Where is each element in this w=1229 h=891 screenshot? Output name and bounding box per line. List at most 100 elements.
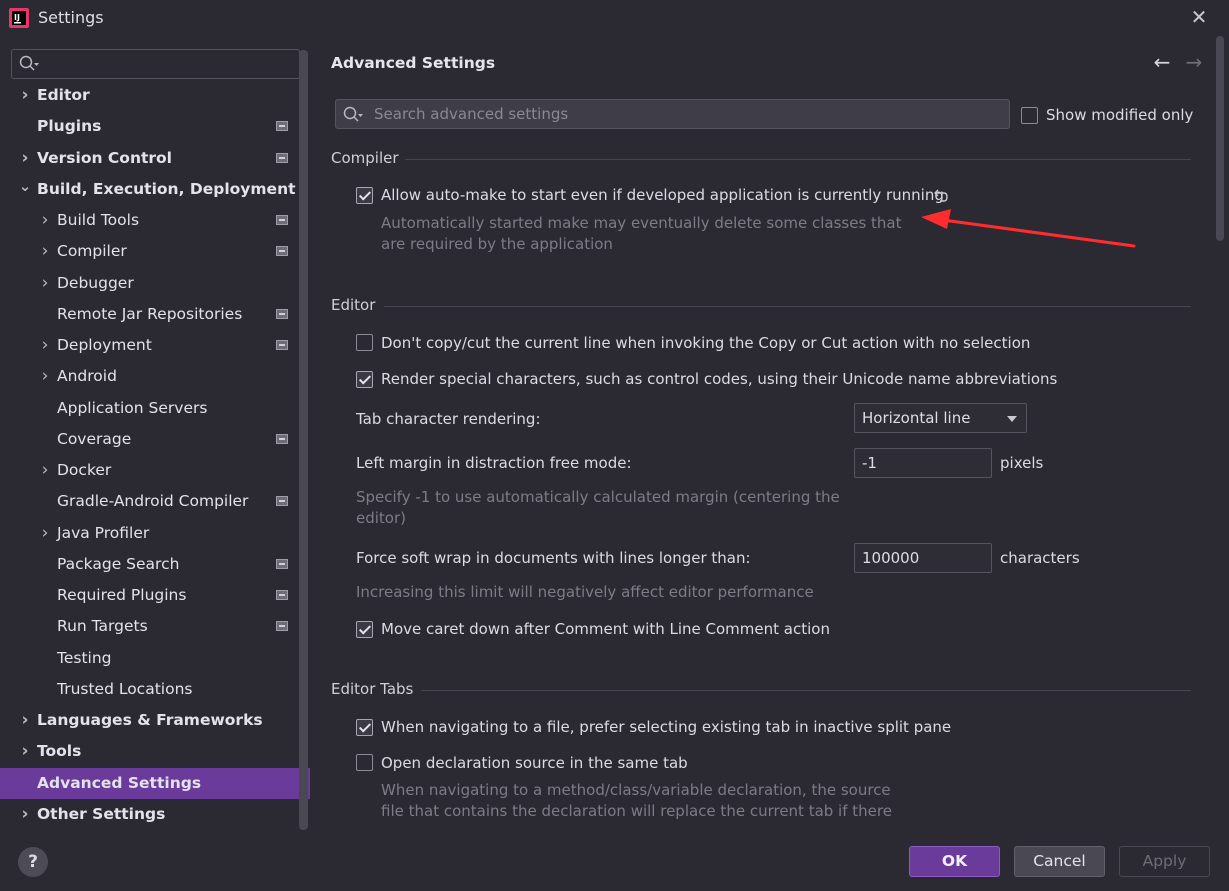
- svg-text:IJ: IJ: [14, 13, 20, 22]
- apply-button[interactable]: Apply: [1119, 846, 1210, 877]
- open-declaration-checkbox[interactable]: [356, 754, 373, 771]
- show-modified-checkbox[interactable]: [1021, 107, 1038, 124]
- intellij-app-icon: IJ: [9, 8, 29, 28]
- sidebar-item-label: Android: [57, 367, 117, 386]
- sidebar-item-required-plugins[interactable]: Required Plugins: [0, 580, 311, 611]
- chevron-right-icon[interactable]: ›: [18, 80, 32, 111]
- sidebar-item-label: Run Targets: [57, 617, 148, 636]
- auto-make-hint: Automatically started make may eventuall…: [381, 214, 902, 253]
- show-modified-label: Show modified only: [1046, 106, 1194, 124]
- forward-arrow-icon[interactable]: →: [1183, 51, 1205, 73]
- search-icon: [19, 55, 39, 71]
- soft-wrap-unit: characters: [1000, 549, 1080, 567]
- sidebar-item-editor[interactable]: › Editor: [0, 80, 311, 111]
- section-title: Editor: [331, 296, 376, 314]
- advanced-search-box: [335, 99, 1010, 129]
- sidebar-item-package-search[interactable]: Package Search: [0, 549, 311, 580]
- chevron-right-icon[interactable]: ›: [18, 143, 32, 174]
- sidebar-item-label: Languages & Frameworks: [37, 711, 263, 729]
- project-level-icon: [276, 558, 288, 569]
- sidebar-item-label: Required Plugins: [57, 586, 187, 604]
- sidebar-item-build-execution-deployment[interactable]: ⌄ Build, Execution, Deployment: [0, 174, 311, 205]
- sidebar-item-label: Trusted Locations: [57, 679, 193, 698]
- auto-make-checkbox[interactable]: [356, 187, 373, 204]
- sidebar-item-docker[interactable]: › Docker: [0, 455, 311, 486]
- sidebar-item-compiler[interactable]: › Compiler: [0, 236, 311, 267]
- dialog-footer: ? OK Cancel Apply: [0, 831, 1229, 891]
- sidebar-item-testing[interactable]: Testing: [0, 643, 311, 674]
- content-scrollbar[interactable]: [1216, 36, 1224, 241]
- sidebar-item-other-settings[interactable]: › Other Settings: [0, 799, 311, 830]
- sidebar-item-advanced-settings[interactable]: Advanced Settings: [0, 767, 310, 799]
- advanced-settings-panel: Advanced Settings ← → Show modified only…: [311, 36, 1229, 831]
- chevron-right-icon[interactable]: ›: [38, 330, 52, 361]
- sidebar-item-label: Plugins: [37, 117, 102, 136]
- ok-button[interactable]: OK: [909, 846, 1000, 877]
- project-level-icon: [276, 215, 288, 225]
- sidebar-item-trusted-locations[interactable]: Trusted Locations: [0, 674, 311, 705]
- render-special-checkbox[interactable]: [356, 371, 373, 388]
- chevron-right-icon[interactable]: ›: [38, 205, 52, 236]
- sidebar-item-label: Coverage: [57, 429, 132, 448]
- left-margin-unit: pixels: [1000, 454, 1044, 472]
- advanced-search-input[interactable]: [374, 103, 994, 125]
- window-title: Settings: [38, 8, 104, 27]
- sidebar-item-version-control[interactable]: › Version Control: [0, 143, 311, 174]
- chevron-right-icon[interactable]: ›: [38, 268, 52, 299]
- project-level-icon: [276, 246, 288, 257]
- tab-rendering-dropdown[interactable]: Horizontal line: [854, 403, 1027, 433]
- chevron-right-icon[interactable]: ›: [38, 518, 52, 549]
- section-divider: [384, 306, 1191, 307]
- project-level-icon: [276, 308, 288, 319]
- no-copy-line-checkbox[interactable]: [356, 334, 373, 351]
- search-icon: [343, 106, 363, 122]
- open-declaration-label: Open declaration source in the same tab: [381, 754, 688, 772]
- sidebar-item-plugins[interactable]: Plugins: [0, 111, 311, 142]
- reset-default-icon[interactable]: [931, 187, 949, 205]
- sidebar-item-tools[interactable]: › Tools: [0, 736, 311, 767]
- page-title: Advanced Settings: [331, 54, 496, 72]
- sidebar-item-gradle-android-compiler[interactable]: Gradle-Android Compiler: [0, 486, 311, 517]
- sidebar-item-label: Tools: [37, 742, 82, 761]
- sidebar-item-coverage[interactable]: Coverage: [0, 424, 311, 455]
- dropdown-value: Horizontal line: [862, 409, 971, 427]
- sidebar-item-remote-jar-repositories[interactable]: Remote Jar Repositories: [0, 299, 311, 330]
- chevron-right-icon[interactable]: ›: [38, 455, 52, 486]
- sidebar-item-label: Application Servers: [57, 398, 208, 417]
- auto-make-label: Allow auto-make to start even if develop…: [381, 186, 944, 204]
- back-arrow-icon[interactable]: ←: [1151, 51, 1173, 73]
- sidebar-item-application-servers[interactable]: Application Servers: [0, 393, 311, 424]
- soft-wrap-input[interactable]: [854, 543, 992, 573]
- cancel-button[interactable]: Cancel: [1014, 846, 1105, 877]
- section-editor-tabs: Editor Tabs: [331, 680, 1191, 700]
- sidebar-item-java-profiler[interactable]: › Java Profiler: [0, 518, 311, 549]
- sidebar-item-build-tools[interactable]: › Build Tools: [0, 205, 311, 236]
- section-title: Editor Tabs: [331, 680, 414, 698]
- chevron-right-icon[interactable]: ›: [18, 736, 32, 767]
- settings-sidebar: › Editor Plugins › Version Control ⌄ Build, Ex…: [0, 36, 311, 831]
- prefer-existing-tab-checkbox[interactable]: [356, 719, 373, 736]
- sidebar-item-label: Package Search: [57, 554, 180, 573]
- left-margin-input[interactable]: [854, 448, 992, 478]
- chevron-down-icon[interactable]: ⌄: [18, 174, 32, 205]
- title-bar: IJ Settings ✕: [0, 0, 1229, 36]
- sidebar-item-android[interactable]: › Android: [0, 361, 311, 392]
- chevron-right-icon[interactable]: ›: [38, 236, 52, 267]
- help-button[interactable]: ?: [18, 847, 48, 877]
- sidebar-item-languages-frameworks[interactable]: › Languages & Frameworks: [0, 705, 311, 736]
- sidebar-item-label: Docker: [57, 461, 112, 479]
- project-level-icon: [276, 121, 288, 132]
- sidebar-item-deployment[interactable]: › Deployment: [0, 330, 311, 361]
- move-caret-checkbox[interactable]: [356, 621, 373, 638]
- chevron-right-icon[interactable]: ›: [18, 799, 32, 830]
- close-icon[interactable]: ✕: [1188, 6, 1210, 28]
- sidebar-item-debugger[interactable]: › Debugger: [0, 268, 311, 299]
- chevron-right-icon[interactable]: ›: [38, 361, 52, 392]
- sidebar-search-input[interactable]: [11, 49, 300, 79]
- sidebar-item-label: Compiler: [57, 242, 127, 261]
- chevron-right-icon[interactable]: ›: [18, 705, 32, 736]
- sidebar-item-run-targets[interactable]: Run Targets: [0, 611, 311, 642]
- section-compiler: Compiler: [331, 149, 1191, 169]
- section-divider: [405, 159, 1191, 160]
- sidebar-scrollbar[interactable]: [299, 50, 308, 830]
